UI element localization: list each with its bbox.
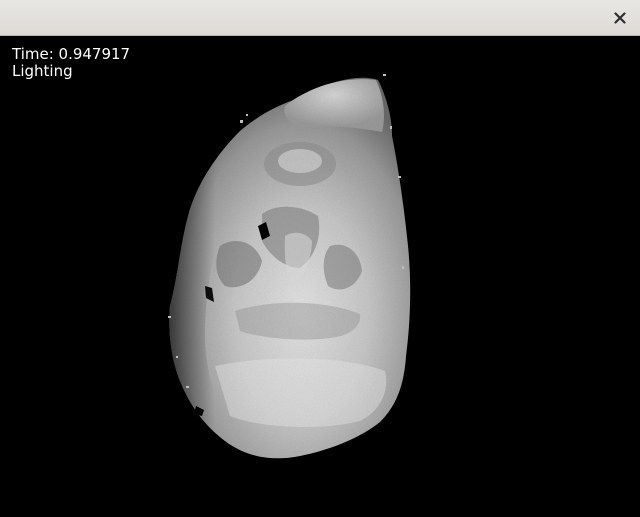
title-bar[interactable] xyxy=(0,0,640,36)
app-window: Time: 0.947917 Lighting xyxy=(0,0,640,517)
scanned-surface-render xyxy=(168,74,411,459)
time-readout: Time: 0.947917 xyxy=(12,45,131,63)
close-icon xyxy=(614,12,626,24)
render-viewport[interactable]: Time: 0.947917 Lighting xyxy=(0,36,640,517)
mode-label: Lighting xyxy=(12,62,73,80)
close-button[interactable] xyxy=(610,8,630,28)
hud-overlay: Time: 0.947917 Lighting xyxy=(12,46,130,80)
